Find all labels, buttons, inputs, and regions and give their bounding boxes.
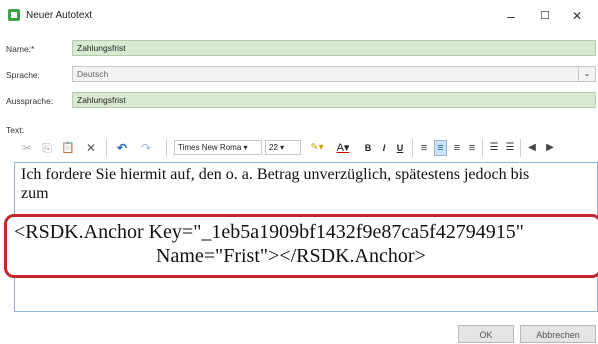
- name-field[interactable]: Zahlungsfrist: [72, 40, 596, 56]
- language-select[interactable]: Deutsch ⌄: [72, 66, 596, 82]
- undo-icon[interactable]: ↶: [114, 140, 130, 156]
- maximize-button[interactable]: ☐: [530, 6, 560, 26]
- italic-button[interactable]: I: [378, 140, 390, 156]
- window-title: Neuer Autotext: [26, 10, 93, 21]
- language-label: Sprache:: [6, 70, 41, 80]
- pronunciation-field[interactable]: Zahlungsfrist: [72, 92, 596, 108]
- align-center-button[interactable]: ≡: [434, 140, 447, 156]
- name-label: Name:*: [6, 44, 35, 54]
- anchor-code: <RSDK.Anchor Key="_1eb5a1909bf1432f9e87c…: [14, 220, 598, 268]
- editor-line: zum: [21, 185, 49, 202]
- outdent-icon[interactable]: ◀: [526, 140, 538, 156]
- numbered-list-button[interactable]: ☰: [504, 140, 516, 156]
- editor-line: Ich fordere Sie hiermit auf, den o. a. B…: [21, 166, 530, 183]
- app-icon: [8, 9, 20, 21]
- anchor-line-1: <RSDK.Anchor Key="_1eb5a1909bf1432f9e87c…: [14, 221, 524, 243]
- font-select[interactable]: Times New Roma ▾: [174, 140, 262, 155]
- bullet-list-button[interactable]: ☰: [488, 140, 500, 156]
- ok-button[interactable]: OK: [458, 325, 514, 343]
- anchor-line-2: Name="Frist"></RSDK.Anchor>: [156, 245, 426, 267]
- highlight-color-icon[interactable]: ✎▾: [306, 140, 328, 156]
- close-button[interactable]: ✕: [562, 6, 592, 26]
- title-bar: Neuer Autotext – ☐ ✕: [0, 0, 598, 34]
- chevron-down-icon[interactable]: ⌄: [578, 67, 595, 81]
- language-value: Deutsch: [77, 69, 109, 79]
- indent-icon[interactable]: ▶: [544, 140, 556, 156]
- font-color-icon[interactable]: A▾: [332, 140, 354, 156]
- font-value: Times New Roma: [178, 143, 242, 152]
- toolbar-separator: [520, 139, 521, 157]
- redo-icon[interactable]: ↷: [138, 140, 154, 156]
- editor-content: Ich fordere Sie hiermit auf, den o. a. B…: [21, 165, 591, 203]
- bold-button[interactable]: B: [362, 140, 374, 156]
- copy-icon[interactable]: ⎘: [40, 140, 54, 156]
- justify-button[interactable]: ≡: [466, 140, 478, 156]
- toolbar-separator: [106, 139, 107, 157]
- pronunciation-label: Aussprache:: [6, 96, 54, 106]
- align-left-button[interactable]: ≡: [418, 140, 430, 156]
- autotext-dialog: Neuer Autotext – ☐ ✕ Name:* Zahlungsfris…: [0, 0, 598, 344]
- toolbar-separator: [166, 139, 167, 157]
- toolbar-separator: [482, 139, 483, 157]
- toolbar-separator: [412, 139, 413, 157]
- font-size-value: 22: [269, 143, 278, 152]
- cancel-button[interactable]: Abbrechen: [520, 325, 596, 343]
- minimize-button[interactable]: –: [496, 6, 526, 26]
- format-toolbar: ✂ ⎘ 📋 ✕ ↶ ↷ Times New Roma ▾ 22 ▾ ✎▾ A▾ …: [14, 134, 598, 160]
- underline-button[interactable]: U: [394, 140, 406, 156]
- font-size-select[interactable]: 22 ▾: [265, 140, 301, 155]
- delete-icon[interactable]: ✕: [84, 140, 98, 156]
- paste-icon[interactable]: 📋: [60, 140, 76, 156]
- align-right-button[interactable]: ≡: [451, 140, 463, 156]
- cut-icon[interactable]: ✂: [20, 140, 34, 156]
